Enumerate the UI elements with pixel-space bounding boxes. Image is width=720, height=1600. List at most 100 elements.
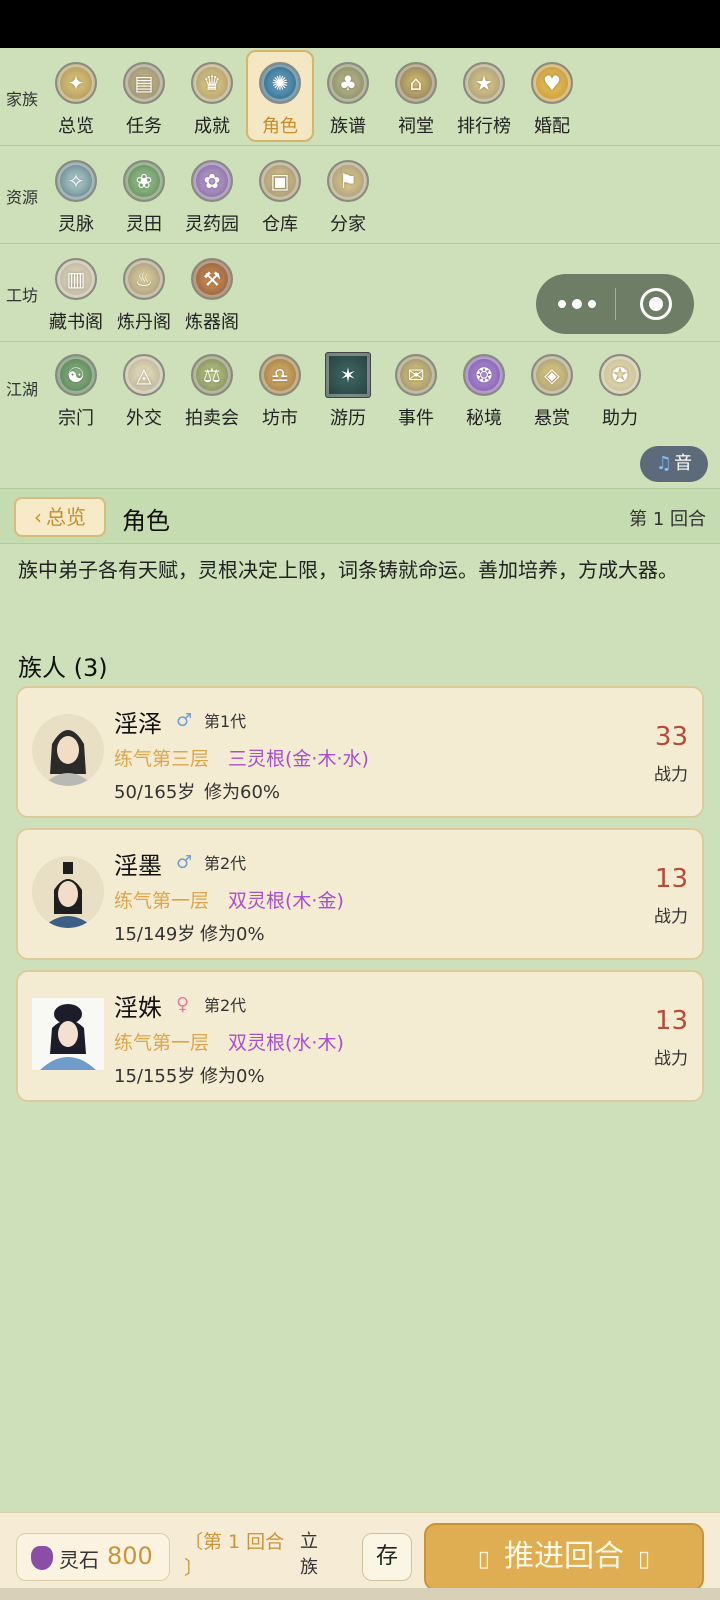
market-icon: ♎ bbox=[259, 354, 301, 396]
advance-round-button[interactable]: ▯ 推进回合 ▯ bbox=[424, 1523, 704, 1591]
nav-item-achievement[interactable]: ♛ 成就 bbox=[178, 50, 246, 142]
alchemy-icon: ♨ bbox=[123, 258, 165, 300]
nav-item-library[interactable]: ▥ 藏书阁 bbox=[42, 246, 110, 338]
member-spirit-root: 三灵根(金·木·水) bbox=[228, 748, 369, 770]
nav-item-diplomacy[interactable]: ◬ 外交 bbox=[110, 342, 178, 434]
member-age: 50/165岁 bbox=[114, 782, 196, 803]
back-to-overview-button[interactable]: ‹ 总览 bbox=[14, 497, 106, 537]
nav-item-spirit-field[interactable]: ❀ 灵田 bbox=[110, 148, 178, 240]
member-generation: 第2代 bbox=[204, 854, 247, 873]
nav-item-travel[interactable]: ✶ 游历 bbox=[314, 342, 382, 434]
member-realm: 练气第一层 bbox=[114, 890, 210, 912]
member-card[interactable]: 淫墨 ♂ 第2代 练气第一层 双灵根(木·金) 15/149岁 修为0% 13 … bbox=[16, 828, 704, 960]
nav-item-task[interactable]: ▤ 任务 bbox=[110, 50, 178, 142]
section-label-resources: 资源 bbox=[6, 188, 39, 207]
nav-item-event[interactable]: ✉ 事件 bbox=[382, 342, 450, 434]
member-realm: 练气第一层 bbox=[114, 1032, 210, 1054]
member-age: 15/155岁 bbox=[114, 1066, 196, 1087]
nav-item-forge[interactable]: ⚒ 炼器阁 bbox=[178, 246, 246, 338]
section-label-workshop: 工坊 bbox=[6, 286, 39, 305]
diplomacy-icon: ◬ bbox=[123, 354, 165, 396]
nav-item-family-tree[interactable]: ♣ 族谱 bbox=[314, 50, 382, 142]
status-bar bbox=[0, 0, 720, 48]
placeholder-glyph-icon: ▯ bbox=[638, 1547, 651, 1572]
member-spirit-root: 双灵根(木·金) bbox=[228, 890, 344, 912]
travel-icon: ✶ bbox=[325, 352, 371, 398]
spirit-stone-counter[interactable]: 灵石 800 bbox=[16, 1533, 170, 1581]
nav-item-alchemy[interactable]: ♨ 炼丹阁 bbox=[110, 246, 178, 338]
capsule-divider bbox=[615, 288, 616, 320]
branch-family-icon: ⚑ bbox=[327, 160, 369, 202]
round-indicator: 第 1 回合 bbox=[629, 509, 706, 530]
member-avatar bbox=[32, 856, 104, 928]
member-power-label: 战力 bbox=[654, 765, 688, 785]
members-heading: 族人 (3) bbox=[18, 654, 108, 682]
sect-icon: ☯ bbox=[55, 354, 97, 396]
nav-item-character[interactable]: ✺ 角色 bbox=[246, 50, 314, 142]
nav-item-market[interactable]: ♎ 坊市 bbox=[246, 342, 314, 434]
spirit-vein-icon: ✧ bbox=[55, 160, 97, 202]
nav-section-family: 家族 ✦ 总览 ▤ 任务 ♛ 成就 ✺ 角色 ♣ 族谱 ⌂ 祠堂 ★ 排行榜 ♥… bbox=[0, 48, 720, 146]
warehouse-icon: ▣ bbox=[259, 160, 301, 202]
spirit-stone-label: 灵石 bbox=[59, 1548, 99, 1572]
advance-round-label: 推进回合 bbox=[504, 1539, 624, 1574]
music-toggle-button[interactable]: ♫ 音 bbox=[640, 446, 708, 482]
page-title: 角色 bbox=[122, 507, 170, 535]
secret-realm-icon: ❂ bbox=[463, 354, 505, 396]
nav-item-herb-garden[interactable]: ✿ 灵药园 bbox=[178, 148, 246, 240]
section-label-family: 家族 bbox=[6, 90, 39, 109]
nav-item-secret-realm[interactable]: ❂ 秘境 bbox=[450, 342, 518, 434]
member-power-label: 战力 bbox=[654, 1049, 688, 1069]
member-realm: 练气第三层 bbox=[114, 748, 210, 770]
chevron-left-icon: ‹ bbox=[34, 505, 42, 529]
nav-item-warehouse[interactable]: ▣ 仓库 bbox=[246, 148, 314, 240]
bounty-icon: ◈ bbox=[531, 354, 573, 396]
nav-item-ancestral-hall[interactable]: ⌂ 祠堂 bbox=[382, 50, 450, 142]
nav-item-auction[interactable]: ⚖ 拍卖会 bbox=[178, 342, 246, 434]
nav-item-spirit-vein[interactable]: ✧ 灵脉 bbox=[42, 148, 110, 240]
spirit-field-icon: ❀ bbox=[123, 160, 165, 202]
male-icon: ♂ bbox=[176, 710, 193, 731]
member-age: 15/149岁 bbox=[114, 924, 196, 945]
nav-section-resources: 资源 ✧ 灵脉 ❀ 灵田 ✿ 灵药园 ▣ 仓库 ⚑ 分家 bbox=[0, 146, 720, 244]
member-name: 淫泽 bbox=[114, 710, 162, 738]
placeholder-glyph-icon: ▯ bbox=[477, 1547, 490, 1572]
ancestral-hall-icon: ⌂ bbox=[395, 62, 437, 104]
assist-icon: ✪ bbox=[599, 354, 641, 396]
task-icon: ▤ bbox=[123, 62, 165, 104]
member-card[interactable]: 淫姝 ♀ 第2代 练气第一层 双灵根(水·木) 15/155岁 修为0% 13 … bbox=[16, 970, 704, 1102]
spirit-stone-icon bbox=[31, 1546, 53, 1570]
music-note-icon: ♫ bbox=[655, 453, 673, 474]
close-target-icon[interactable] bbox=[640, 288, 672, 320]
member-power-value: 13 bbox=[654, 864, 688, 894]
library-icon: ▥ bbox=[55, 258, 97, 300]
member-card[interactable]: 淫泽 ♂ 第1代 练气第三层 三灵根(金·木·水) 50/165岁 修为60% … bbox=[16, 686, 704, 818]
family-tree-icon: ♣ bbox=[327, 62, 369, 104]
event-icon: ✉ bbox=[395, 354, 437, 396]
member-avatar bbox=[32, 714, 104, 786]
nav-item-marriage[interactable]: ♥ 婚配 bbox=[518, 50, 586, 142]
bottom-bar: 灵石 800 〔第 1 回合 〕 立 族 存 ▯ 推进回合 ▯ bbox=[0, 1512, 720, 1600]
nav-section-jianghu: 江湖 ☯ 宗门 ◬ 外交 ⚖ 拍卖会 ♎ 坊市 ✶ 游历 ✉ 事件 ❂ 秘境 ◈… bbox=[0, 342, 720, 488]
nav-item-branch-family[interactable]: ⚑ 分家 bbox=[314, 148, 382, 240]
more-menu-icon[interactable] bbox=[558, 274, 608, 334]
ranking-icon: ★ bbox=[463, 62, 505, 104]
page-header: ‹ 总览 角色 第 1 回合 bbox=[0, 488, 720, 544]
member-cultivation: 修为0% bbox=[200, 1066, 265, 1087]
founding-label: 立 族 bbox=[300, 1531, 318, 1578]
member-power-value: 33 bbox=[654, 722, 688, 752]
nav-item-overview[interactable]: ✦ 总览 bbox=[42, 50, 110, 142]
save-button[interactable]: 存 bbox=[362, 1533, 412, 1581]
member-spirit-root: 双灵根(水·木) bbox=[228, 1032, 344, 1054]
member-avatar bbox=[32, 998, 104, 1070]
nav-item-sect[interactable]: ☯ 宗门 bbox=[42, 342, 110, 434]
spirit-stone-value: 800 bbox=[107, 1542, 153, 1570]
character-icon: ✺ bbox=[259, 62, 301, 104]
member-power-value: 13 bbox=[654, 1006, 688, 1036]
nav-item-bounty[interactable]: ◈ 悬赏 bbox=[518, 342, 586, 434]
member-name: 淫姝 bbox=[114, 994, 162, 1022]
nav-item-ranking[interactable]: ★ 排行榜 bbox=[450, 50, 518, 142]
nav-item-assist[interactable]: ✪ 助力 bbox=[586, 342, 654, 434]
round-tag: 〔第 1 回合 〕 bbox=[184, 1531, 285, 1579]
female-icon: ♀ bbox=[176, 994, 190, 1015]
